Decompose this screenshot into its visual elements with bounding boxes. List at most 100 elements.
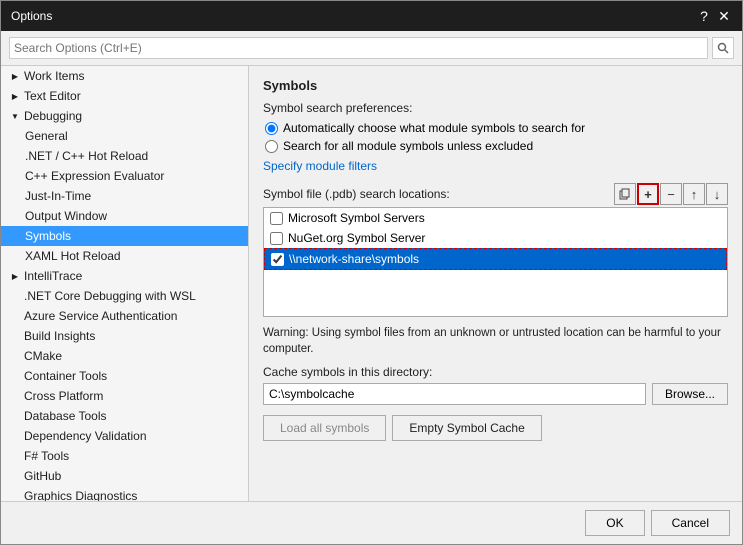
cache-label: Cache symbols in this directory:: [263, 365, 728, 379]
browse-button[interactable]: Browse...: [652, 383, 728, 405]
tree-item-debugging[interactable]: ▼ Debugging: [1, 106, 248, 126]
title-bar-controls: ? ✕: [696, 8, 732, 24]
dialog-footer: OK Cancel: [1, 501, 742, 544]
microsoft-symbol-server-checkbox[interactable]: [270, 212, 283, 225]
tree-item-label: Text Editor: [24, 89, 81, 103]
locations-header: Symbol file (.pdb) search locations: +: [263, 183, 728, 205]
tree-item-label: Work Items: [24, 69, 84, 83]
tree-item-label: Container Tools: [24, 369, 107, 383]
tree-item-label: .NET Core Debugging with WSL: [24, 289, 196, 303]
tree-item-label: Output Window: [25, 209, 107, 223]
warning-text: Warning: Using symbol files from an unkn…: [263, 325, 728, 357]
toolbar-buttons: + − ↑ ↓: [614, 183, 728, 205]
down-icon: ↓: [714, 187, 721, 202]
empty-symbol-cache-button[interactable]: Empty Symbol Cache: [392, 415, 541, 441]
tree-item-cmake[interactable]: ▶ CMake: [1, 346, 248, 366]
cache-row: Browse...: [263, 383, 728, 405]
tree-item-label: Graphics Diagnostics: [24, 489, 137, 501]
options-dialog: Options ? ✕ ▶ Work Items: [0, 0, 743, 545]
tree-item-label: Symbols: [25, 229, 71, 243]
move-up-button[interactable]: ↑: [683, 183, 705, 205]
expand-icon: ▶: [9, 270, 21, 282]
add-location-button[interactable]: +: [637, 183, 659, 205]
locations-list: Microsoft Symbol Servers NuGet.org Symbo…: [263, 207, 728, 317]
tree-item-cross-platform[interactable]: ▶ Cross Platform: [1, 386, 248, 406]
search-bar: [1, 31, 742, 66]
dialog-content: ▶ Work Items ▶ Text Editor ▼ Debugging G…: [1, 31, 742, 501]
tree-item-build-insights[interactable]: ▶ Build Insights: [1, 326, 248, 346]
specify-module-filters-link[interactable]: Specify module filters: [263, 159, 728, 173]
tree-item-label: Build Insights: [24, 329, 95, 343]
nuget-symbol-server-checkbox[interactable]: [270, 232, 283, 245]
cancel-button[interactable]: Cancel: [651, 510, 730, 536]
cache-directory-input[interactable]: [263, 383, 646, 405]
section-title: Symbols: [263, 78, 728, 93]
tree-item-database-tools[interactable]: ▶ Database Tools: [1, 406, 248, 426]
expand-icon: ▶: [9, 70, 21, 82]
search-icon-button[interactable]: [712, 37, 734, 59]
tree-item-label: Dependency Validation: [24, 429, 147, 443]
remove-icon: −: [667, 187, 675, 202]
tree-item-net-core-wsl[interactable]: ▶ .NET Core Debugging with WSL: [1, 286, 248, 306]
tree-item-just-in-time[interactable]: Just-In-Time: [1, 186, 248, 206]
up-icon: ↑: [691, 187, 698, 202]
close-button[interactable]: ✕: [716, 8, 732, 24]
tree-item-azure-service-auth[interactable]: ▶ Azure Service Authentication: [1, 306, 248, 326]
tree-item-work-items[interactable]: ▶ Work Items: [1, 66, 248, 86]
tree-item-label: XAML Hot Reload: [25, 249, 121, 263]
tree-item-label: .NET / C++ Hot Reload: [25, 149, 148, 163]
radio-auto-input[interactable]: [265, 122, 278, 135]
action-buttons: Load all symbols Empty Symbol Cache: [263, 415, 728, 441]
help-button[interactable]: ?: [696, 8, 712, 24]
tree-item-fsharp-tools[interactable]: ▶ F# Tools: [1, 446, 248, 466]
tree-item-dependency-validation[interactable]: ▶ Dependency Validation: [1, 426, 248, 446]
tree-item-label: GitHub: [24, 469, 61, 483]
search-prefs-label: Symbol search preferences:: [263, 101, 728, 115]
tree-item-net-hot-reload[interactable]: .NET / C++ Hot Reload: [1, 146, 248, 166]
copy-locations-button[interactable]: [614, 183, 636, 205]
load-all-symbols-button[interactable]: Load all symbols: [263, 415, 386, 441]
location-item-nuget[interactable]: NuGet.org Symbol Server: [264, 228, 727, 248]
title-bar: Options ? ✕: [1, 1, 742, 31]
ok-button[interactable]: OK: [585, 510, 644, 536]
locations-label: Symbol file (.pdb) search locations:: [263, 187, 450, 201]
radio-group-search-prefs: Automatically choose what module symbols…: [265, 121, 728, 153]
location-item-network-share[interactable]: \\network-share\symbols: [264, 248, 727, 270]
location-label: Microsoft Symbol Servers: [288, 211, 425, 225]
tree-item-label: CMake: [24, 349, 62, 363]
radio-all[interactable]: Search for all module symbols unless exc…: [265, 139, 728, 153]
tree-item-symbols[interactable]: Symbols: [1, 226, 248, 246]
tree-item-cpp-expression-evaluator[interactable]: C++ Expression Evaluator: [1, 166, 248, 186]
tree-item-label: Database Tools: [24, 409, 107, 423]
tree-item-graphics-diagnostics[interactable]: ▶ Graphics Diagnostics: [1, 486, 248, 501]
location-item-microsoft[interactable]: Microsoft Symbol Servers: [264, 208, 727, 228]
expand-icon: ▶: [9, 90, 21, 102]
move-down-button[interactable]: ↓: [706, 183, 728, 205]
remove-location-button[interactable]: −: [660, 183, 682, 205]
radio-all-input[interactable]: [265, 140, 278, 153]
tree-item-output-window[interactable]: Output Window: [1, 206, 248, 226]
radio-auto[interactable]: Automatically choose what module symbols…: [265, 121, 728, 135]
tree-item-label: Debugging: [24, 109, 82, 123]
network-share-checkbox[interactable]: [271, 253, 284, 266]
dialog-title: Options: [11, 9, 52, 23]
tree-item-label: Azure Service Authentication: [24, 309, 177, 323]
tree-item-intellitrace[interactable]: ▶ IntelliTrace: [1, 266, 248, 286]
radio-auto-label: Automatically choose what module symbols…: [283, 121, 585, 135]
tree-item-xaml-hot-reload[interactable]: XAML Hot Reload: [1, 246, 248, 266]
location-label: NuGet.org Symbol Server: [288, 231, 425, 245]
location-label: \\network-share\symbols: [289, 252, 419, 266]
tree-item-text-editor[interactable]: ▶ Text Editor: [1, 86, 248, 106]
expand-icon: ▼: [9, 110, 21, 122]
content-panel: Symbols Symbol search preferences: Autom…: [249, 66, 742, 501]
tree-item-container-tools[interactable]: ▶ Container Tools: [1, 366, 248, 386]
main-area: ▶ Work Items ▶ Text Editor ▼ Debugging G…: [1, 66, 742, 501]
tree-item-label: Cross Platform: [24, 389, 103, 403]
tree-item-github[interactable]: ▶ GitHub: [1, 466, 248, 486]
tree-item-label: General: [25, 129, 68, 143]
add-icon: +: [644, 187, 652, 202]
tree-item-label: F# Tools: [24, 449, 69, 463]
tree-item-general[interactable]: General: [1, 126, 248, 146]
search-input[interactable]: [9, 37, 708, 59]
radio-all-label: Search for all module symbols unless exc…: [283, 139, 533, 153]
